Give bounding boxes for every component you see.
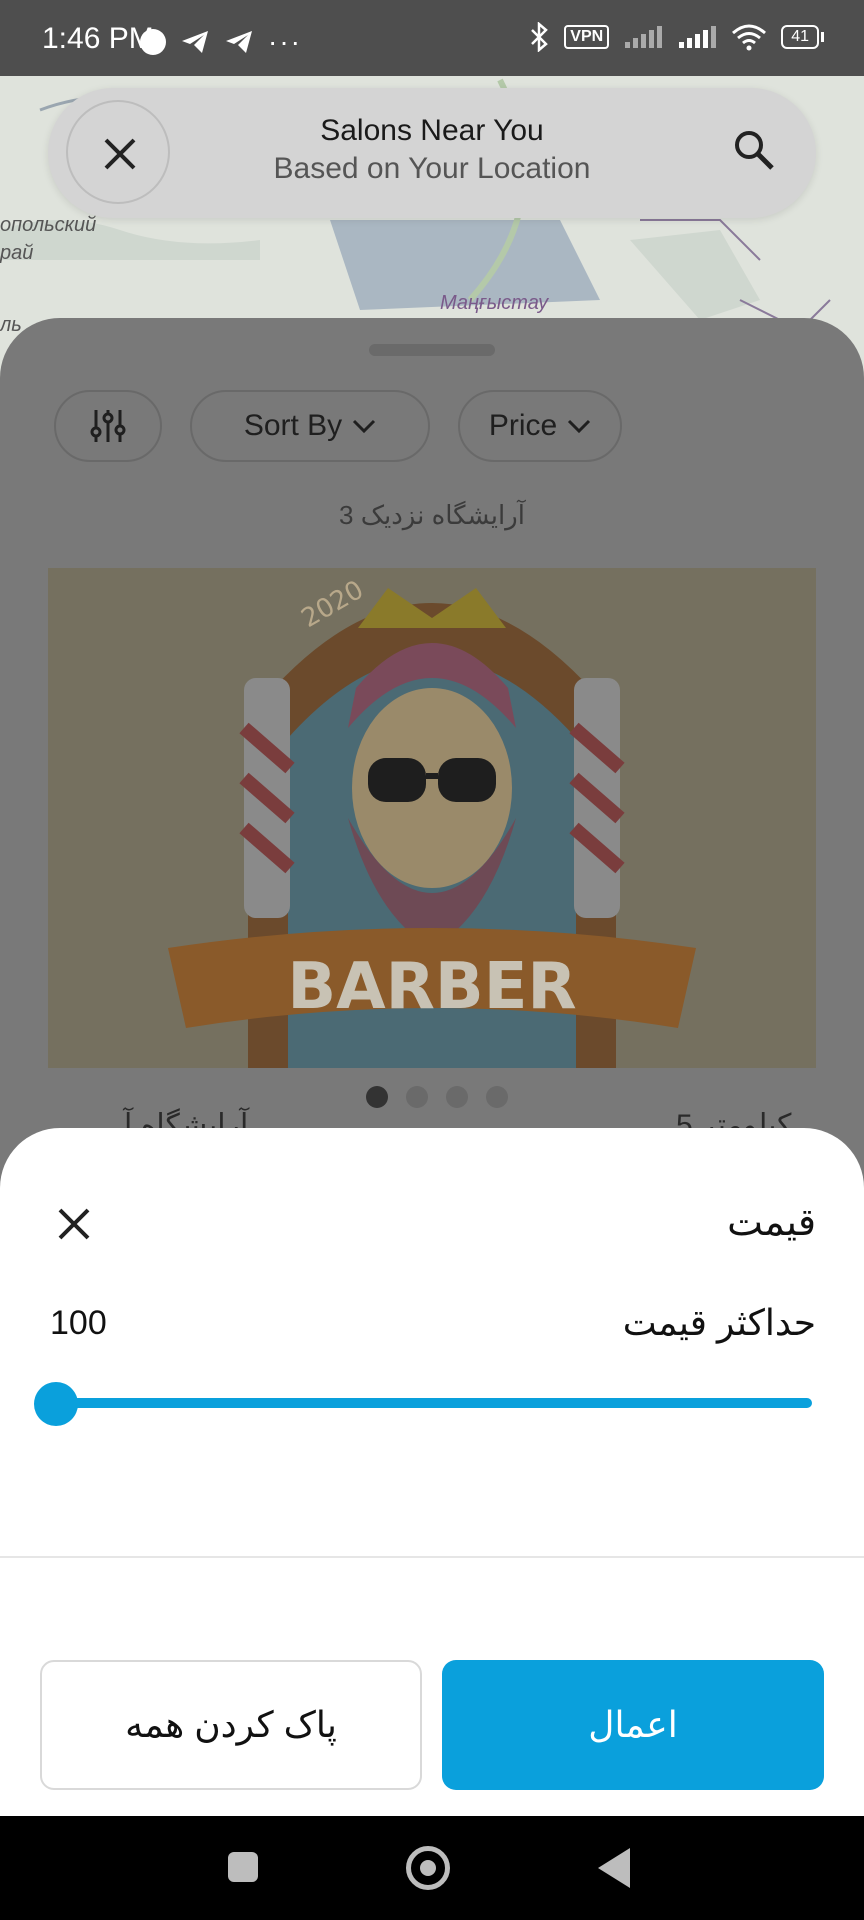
salon-image[interactable]: BARBER 2020 [48, 568, 816, 1068]
battery-icon: 41 [781, 25, 824, 49]
carousel-dot-active[interactable] [366, 1086, 388, 1108]
navigation-bar [0, 1816, 864, 1920]
carousel-dot[interactable] [446, 1086, 468, 1108]
recents-button[interactable] [228, 1852, 258, 1882]
map-label: Маңғыстау [440, 292, 549, 314]
map-label: рай [0, 242, 34, 264]
chevron-down-icon [568, 419, 591, 434]
notification-icons: ··· [140, 26, 302, 58]
price-slider-thumb[interactable] [34, 1382, 78, 1426]
price-filter-sheet: قیمت حداکثر قیمت 100 پاک کردن همه اعمال [0, 1128, 864, 1816]
drag-handle[interactable] [369, 344, 495, 356]
status-bar: 1:46 PM ··· VPN 41 [0, 0, 864, 76]
telegram-icon [226, 31, 252, 53]
header-subtitle: Based on Your Location [273, 152, 591, 185]
price-label: Price [488, 409, 558, 442]
apply-button[interactable]: اعمال [442, 1660, 824, 1790]
sheet-title: قیمت [727, 1202, 816, 1244]
price-slider-track[interactable] [56, 1398, 812, 1408]
chevron-down-icon [353, 419, 376, 434]
clear-all-button[interactable]: پاک کردن همه [40, 1660, 422, 1790]
status-time: 1:46 PM [42, 22, 154, 55]
bluetooth-icon [531, 22, 549, 52]
banner-text: BARBER [287, 950, 576, 1024]
close-sheet-icon[interactable] [56, 1206, 92, 1242]
sliders-icon [90, 410, 126, 442]
wifi-icon [732, 24, 767, 51]
circle-notification-icon [140, 29, 166, 55]
divider [0, 1556, 864, 1558]
search-header: Salons Near You Based on Your Location [48, 88, 816, 218]
sort-by-label: Sort By [243, 409, 343, 442]
carousel-dot[interactable] [486, 1086, 508, 1108]
back-button[interactable] [598, 1848, 630, 1888]
results-count: آرایشگاه نزدیک 3 [339, 500, 525, 530]
header-title: Salons Near You [320, 114, 544, 147]
barber-logo-image: BARBER 2020 [48, 568, 816, 1068]
battery-level: 41 [781, 25, 819, 49]
vpn-badge: VPN [564, 25, 610, 49]
search-icon[interactable] [732, 128, 776, 172]
signal-icon [679, 26, 717, 48]
sort-by-dropdown[interactable]: Sort By [190, 390, 430, 462]
signal-icon [625, 26, 663, 48]
system-icons: VPN 41 [528, 22, 824, 52]
map-label: опольский [0, 214, 97, 236]
filter-button[interactable] [54, 390, 162, 462]
max-price-value: 100 [50, 1304, 107, 1342]
carousel-dot[interactable] [406, 1086, 428, 1108]
home-button[interactable] [406, 1846, 450, 1890]
results-sheet: Sort By Price آرایشگاه نزدیک 3 BARBER 20… [0, 318, 864, 1218]
price-dropdown[interactable]: Price [458, 390, 622, 462]
battery-tip [821, 32, 824, 42]
more-notifications-icon: ··· [268, 26, 302, 57]
telegram-icon [182, 31, 208, 53]
max-price-label: حداکثر قیمت [622, 1302, 816, 1343]
